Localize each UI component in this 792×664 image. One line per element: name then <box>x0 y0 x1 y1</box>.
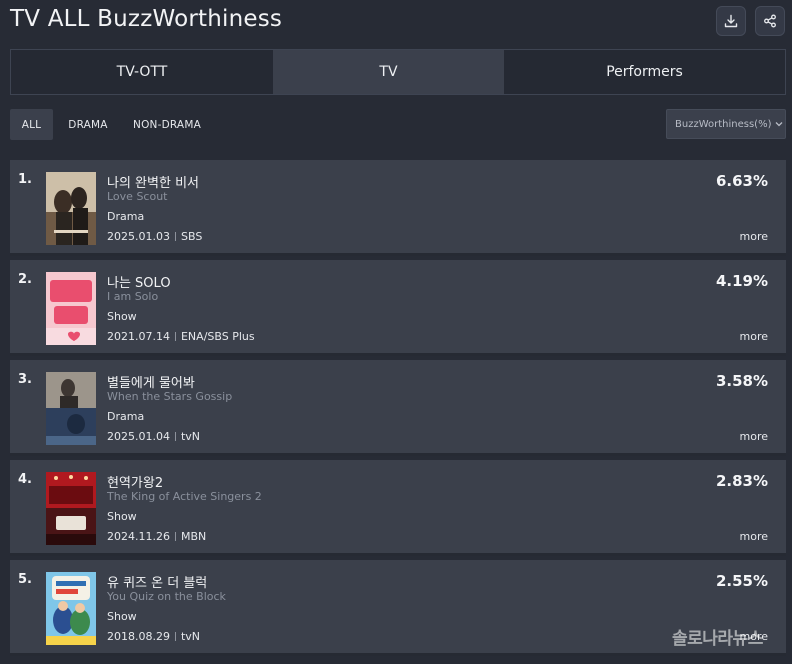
broadcast-meta: 2025.01.03 SBS <box>107 230 202 243</box>
title-english: You Quiz on the Block <box>107 590 226 603</box>
title-english: I am Solo <box>107 290 159 303</box>
channel-name: ENA/SBS Plus <box>180 330 255 343</box>
ranking-row[interactable]: 3. 별들에게 물어봐 When the Stars Gossip Drama … <box>10 360 786 456</box>
poster-image[interactable] <box>46 172 96 245</box>
more-link[interactable]: more <box>740 530 769 543</box>
broadcast-meta: 2025.01.04 tvN <box>107 430 200 443</box>
tab-tv-ott[interactable]: TV-OTT <box>11 50 273 94</box>
air-date: 2021.07.14 <box>107 330 170 343</box>
header: TV ALL BuzzWorthiness <box>0 0 792 44</box>
air-date: 2025.01.04 <box>107 430 170 443</box>
poster-image[interactable] <box>46 272 96 345</box>
share-button[interactable] <box>755 6 785 36</box>
more-link[interactable]: more <box>740 330 769 343</box>
watermark: 솔로나라뉴스 <box>672 629 763 649</box>
rank-number: 2. <box>18 272 32 287</box>
genre-label: Drama <box>107 410 145 423</box>
title-korean[interactable]: 나의 완벽한 비서 <box>107 172 199 191</box>
tab-performers[interactable]: Performers <box>504 50 785 94</box>
channel-name: SBS <box>180 230 203 243</box>
air-date: 2025.01.03 <box>107 230 170 243</box>
rank-number: 5. <box>18 572 32 587</box>
category-tabs: TV-OTT TV Performers <box>10 49 786 95</box>
filter-drama[interactable]: DRAMA <box>53 109 123 140</box>
buzz-percentage: 4.19% <box>715 272 768 290</box>
download-button[interactable] <box>716 6 746 36</box>
meta-divider <box>174 232 176 241</box>
buzz-percentage: 2.55% <box>715 572 768 590</box>
chevron-down-icon <box>776 122 783 127</box>
title-korean[interactable]: 현역가왕2 <box>107 472 163 491</box>
genre-label: Show <box>107 510 137 523</box>
buzz-percentage: 6.63% <box>715 172 768 190</box>
channel-name: tvN <box>180 430 201 443</box>
poster-image[interactable] <box>46 472 96 545</box>
rank-number: 3. <box>18 372 32 387</box>
buzz-percentage: 2.83% <box>715 472 768 490</box>
poster-image[interactable] <box>46 572 96 645</box>
channel-name: tvN <box>180 630 201 643</box>
title-korean[interactable]: 유 퀴즈 온 더 블럭 <box>107 572 207 591</box>
title-english: When the Stars Gossip <box>107 390 233 403</box>
genre-label: Show <box>107 610 137 623</box>
air-date: 2024.11.26 <box>107 530 170 543</box>
genre-label: Show <box>107 310 137 323</box>
genre-filters: ALL DRAMA NON-DRAMA <box>10 109 211 140</box>
meta-divider <box>174 332 176 341</box>
rank-number: 1. <box>18 172 32 187</box>
meta-divider <box>174 532 176 541</box>
broadcast-meta: 2024.11.26 MBN <box>107 530 206 543</box>
genre-label: Drama <box>107 210 145 223</box>
title-english: The King of Active Singers 2 <box>107 490 262 503</box>
title-english: Love Scout <box>107 190 168 203</box>
ranking-row[interactable]: 1. 나의 완벽한 비서 Love Scout Drama 2025.01.03… <box>10 160 786 256</box>
title-korean[interactable]: 별들에게 물어봐 <box>107 372 195 391</box>
air-date: 2018.08.29 <box>107 630 170 643</box>
page-title: TV ALL BuzzWorthiness <box>10 6 283 32</box>
broadcast-meta: 2021.07.14 ENA/SBS Plus <box>107 330 255 343</box>
sort-label: BuzzWorthiness(%) <box>675 118 772 130</box>
filter-non-drama[interactable]: NON-DRAMA <box>123 109 211 140</box>
title-korean[interactable]: 나는 SOLO <box>107 272 171 291</box>
buzz-percentage: 3.58% <box>715 372 768 390</box>
download-icon <box>724 14 738 28</box>
filter-all[interactable]: ALL <box>10 109 53 140</box>
more-link[interactable]: more <box>740 230 769 243</box>
meta-divider <box>174 632 176 641</box>
more-link[interactable]: more <box>740 430 769 443</box>
rank-number: 4. <box>18 472 32 487</box>
ranking-row[interactable]: 4. 현역가왕2 The King of Active Singers 2 Sh… <box>10 460 786 556</box>
meta-divider <box>174 432 176 441</box>
share-icon <box>764 14 776 28</box>
sort-dropdown[interactable]: BuzzWorthiness(%) <box>666 109 786 139</box>
broadcast-meta: 2018.08.29 tvN <box>107 630 200 643</box>
ranking-row[interactable]: 2. 나는 SOLO I am Solo Show 2021.07.14 ENA… <box>10 260 786 356</box>
channel-name: MBN <box>180 530 207 543</box>
poster-image[interactable] <box>46 372 96 445</box>
tab-tv[interactable]: TV <box>273 50 504 94</box>
ranking-row[interactable]: 5. 유 퀴즈 온 더 블럭 You Quiz on the Block Sho… <box>10 560 786 656</box>
